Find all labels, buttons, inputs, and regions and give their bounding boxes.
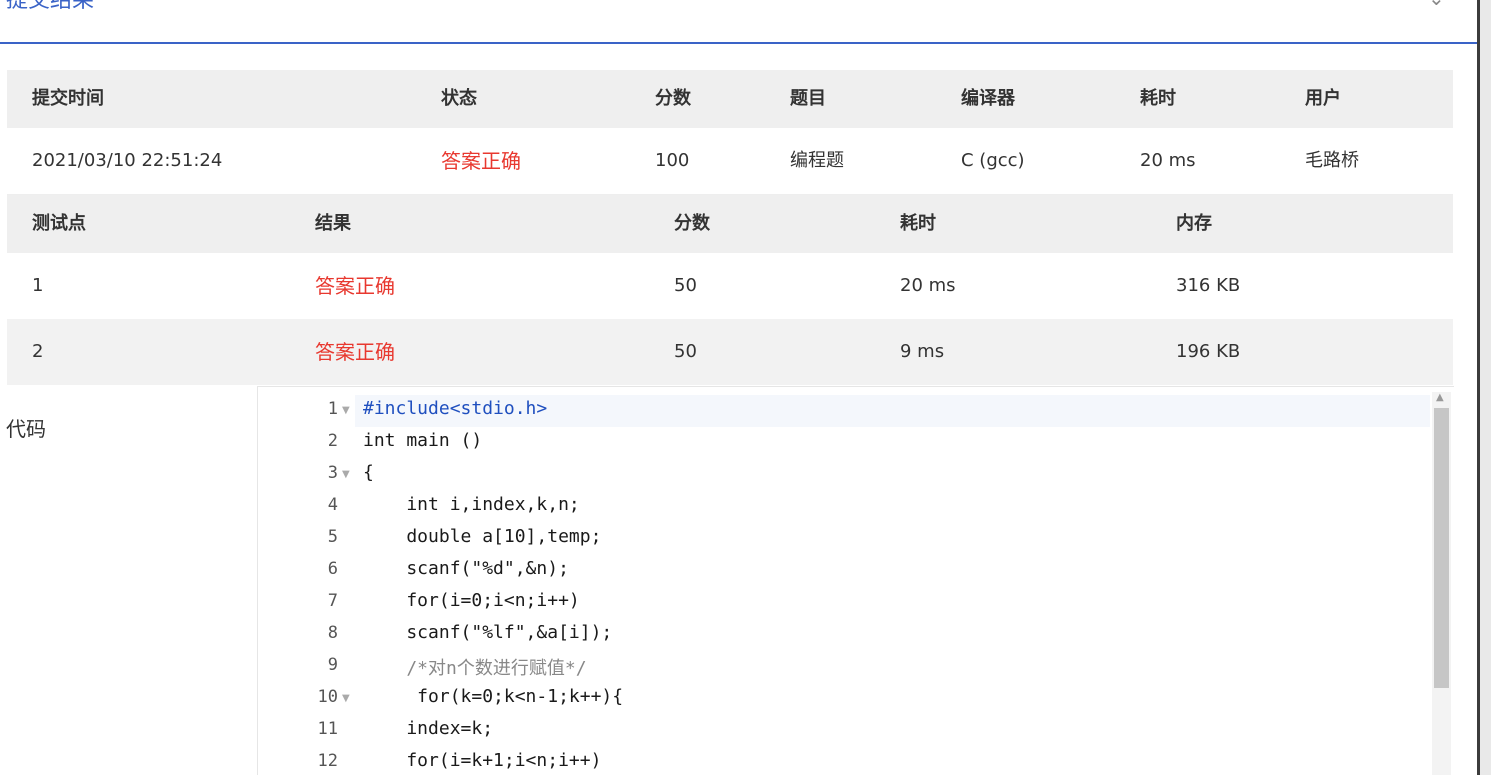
testcase-result: 答案正确 (315, 274, 395, 298)
col-status: 状态 (441, 88, 477, 109)
problem-link[interactable]: 编程题 (790, 128, 844, 194)
code-line: double a[10],temp; (363, 526, 602, 547)
code-line: int i,index,k,n; (363, 494, 580, 515)
testcase-memory: 196 KB (1176, 341, 1241, 362)
col-compiler: 编译器 (961, 88, 1015, 109)
testcase-id: 2 (32, 341, 44, 362)
line-number: 3 (327, 463, 338, 483)
submit-time: 2021/03/10 22:51:24 (32, 150, 223, 171)
fold-arrow-icon[interactable]: ▼ (342, 469, 350, 480)
code-line: index=k; (363, 718, 494, 739)
line-number: 11 (317, 719, 338, 739)
testcase-result: 答案正确 (315, 340, 395, 364)
line-number: 6 (327, 559, 338, 579)
line-number: 12 (317, 751, 338, 771)
code-editor[interactable]: 1 2 3 4 5 6 7 8 9 10 11 12 ▼ ▼ ▼ #includ… (257, 386, 1454, 775)
testcase-header-row: 测试点 结果 分数 耗时 内存 (7, 195, 1453, 253)
line-number: 4 (327, 495, 338, 515)
line-number: 1 (327, 399, 338, 419)
code-line: { (363, 462, 374, 483)
col-score: 分数 (655, 88, 691, 109)
dialog-title: 提交结果 (6, 0, 95, 13)
scrollbar-thumb[interactable] (1434, 408, 1449, 688)
code-line: for(i=0;i<n;i++) (363, 590, 580, 611)
code-line: /*对n个数进行赋值*/ (363, 658, 587, 679)
code-line: for(k=0;k<n-1;k++){ (363, 686, 624, 707)
summary-header-row: 提交时间 状态 分数 题目 编译器 耗时 用户 (7, 70, 1453, 128)
score: 100 (655, 150, 690, 171)
page-scrollbar-track (1477, 0, 1480, 775)
code-label: 代码 (6, 417, 46, 441)
testcase-score: 50 (674, 275, 697, 296)
code-line: for(i=k+1;i<n;i++) (363, 750, 602, 771)
line-number: 2 (327, 431, 338, 451)
code-line: scanf("%d",&n); (363, 558, 569, 579)
line-number: 5 (327, 527, 338, 547)
line-number: 10 (317, 687, 338, 707)
testcase-memory: 316 KB (1176, 275, 1241, 296)
testcase-score: 50 (674, 341, 697, 362)
fold-arrow-icon[interactable]: ▼ (342, 693, 350, 704)
testcase-id: 1 (32, 275, 44, 296)
line-number: 8 (327, 623, 338, 643)
testcase-time: 9 ms (900, 341, 945, 362)
editor-scrollbar[interactable]: ▲ (1432, 392, 1451, 775)
col-submit-time: 提交时间 (32, 88, 104, 109)
page-scrollbar[interactable] (1477, 0, 1491, 775)
title-divider (0, 42, 1477, 44)
code-line: int main () (363, 430, 483, 451)
col-problem: 题目 (790, 88, 826, 109)
col-user: 用户 (1305, 88, 1341, 109)
col-memory: 内存 (1176, 213, 1212, 234)
close-icon[interactable]: ⌄ (1428, 0, 1445, 10)
col-result: 结果 (315, 213, 351, 234)
col-time: 耗时 (900, 213, 936, 234)
code-line: scanf("%lf",&a[i]); (363, 622, 613, 643)
scroll-up-icon[interactable]: ▲ (1436, 392, 1444, 403)
summary-row: 2021/03/10 22:51:24 答案正确 100 编程题 C (gcc)… (7, 128, 1453, 195)
col-testcase: 测试点 (32, 213, 86, 234)
testcase-time: 20 ms (900, 275, 956, 296)
status-badge: 答案正确 (441, 149, 521, 173)
table-row: 1 答案正确 50 20 ms 316 KB (7, 253, 1453, 319)
line-number: 9 (327, 655, 338, 675)
submission-result-dialog: 提交结果 ⌄ 提交时间 状态 分数 题目 编译器 耗时 用户 2021/03/1… (0, 0, 1477, 775)
col-score: 分数 (674, 213, 710, 234)
user-name[interactable]: 毛路桥 (1305, 128, 1359, 194)
fold-arrow-icon[interactable]: ▼ (342, 405, 350, 416)
line-number: 7 (327, 591, 338, 611)
table-row: 2 答案正确 50 9 ms 196 KB (7, 319, 1453, 385)
col-time: 耗时 (1140, 88, 1176, 109)
code-line: #include<stdio.h> (363, 398, 548, 419)
compiler: C (gcc) (961, 150, 1025, 171)
time-used: 20 ms (1140, 150, 1196, 171)
